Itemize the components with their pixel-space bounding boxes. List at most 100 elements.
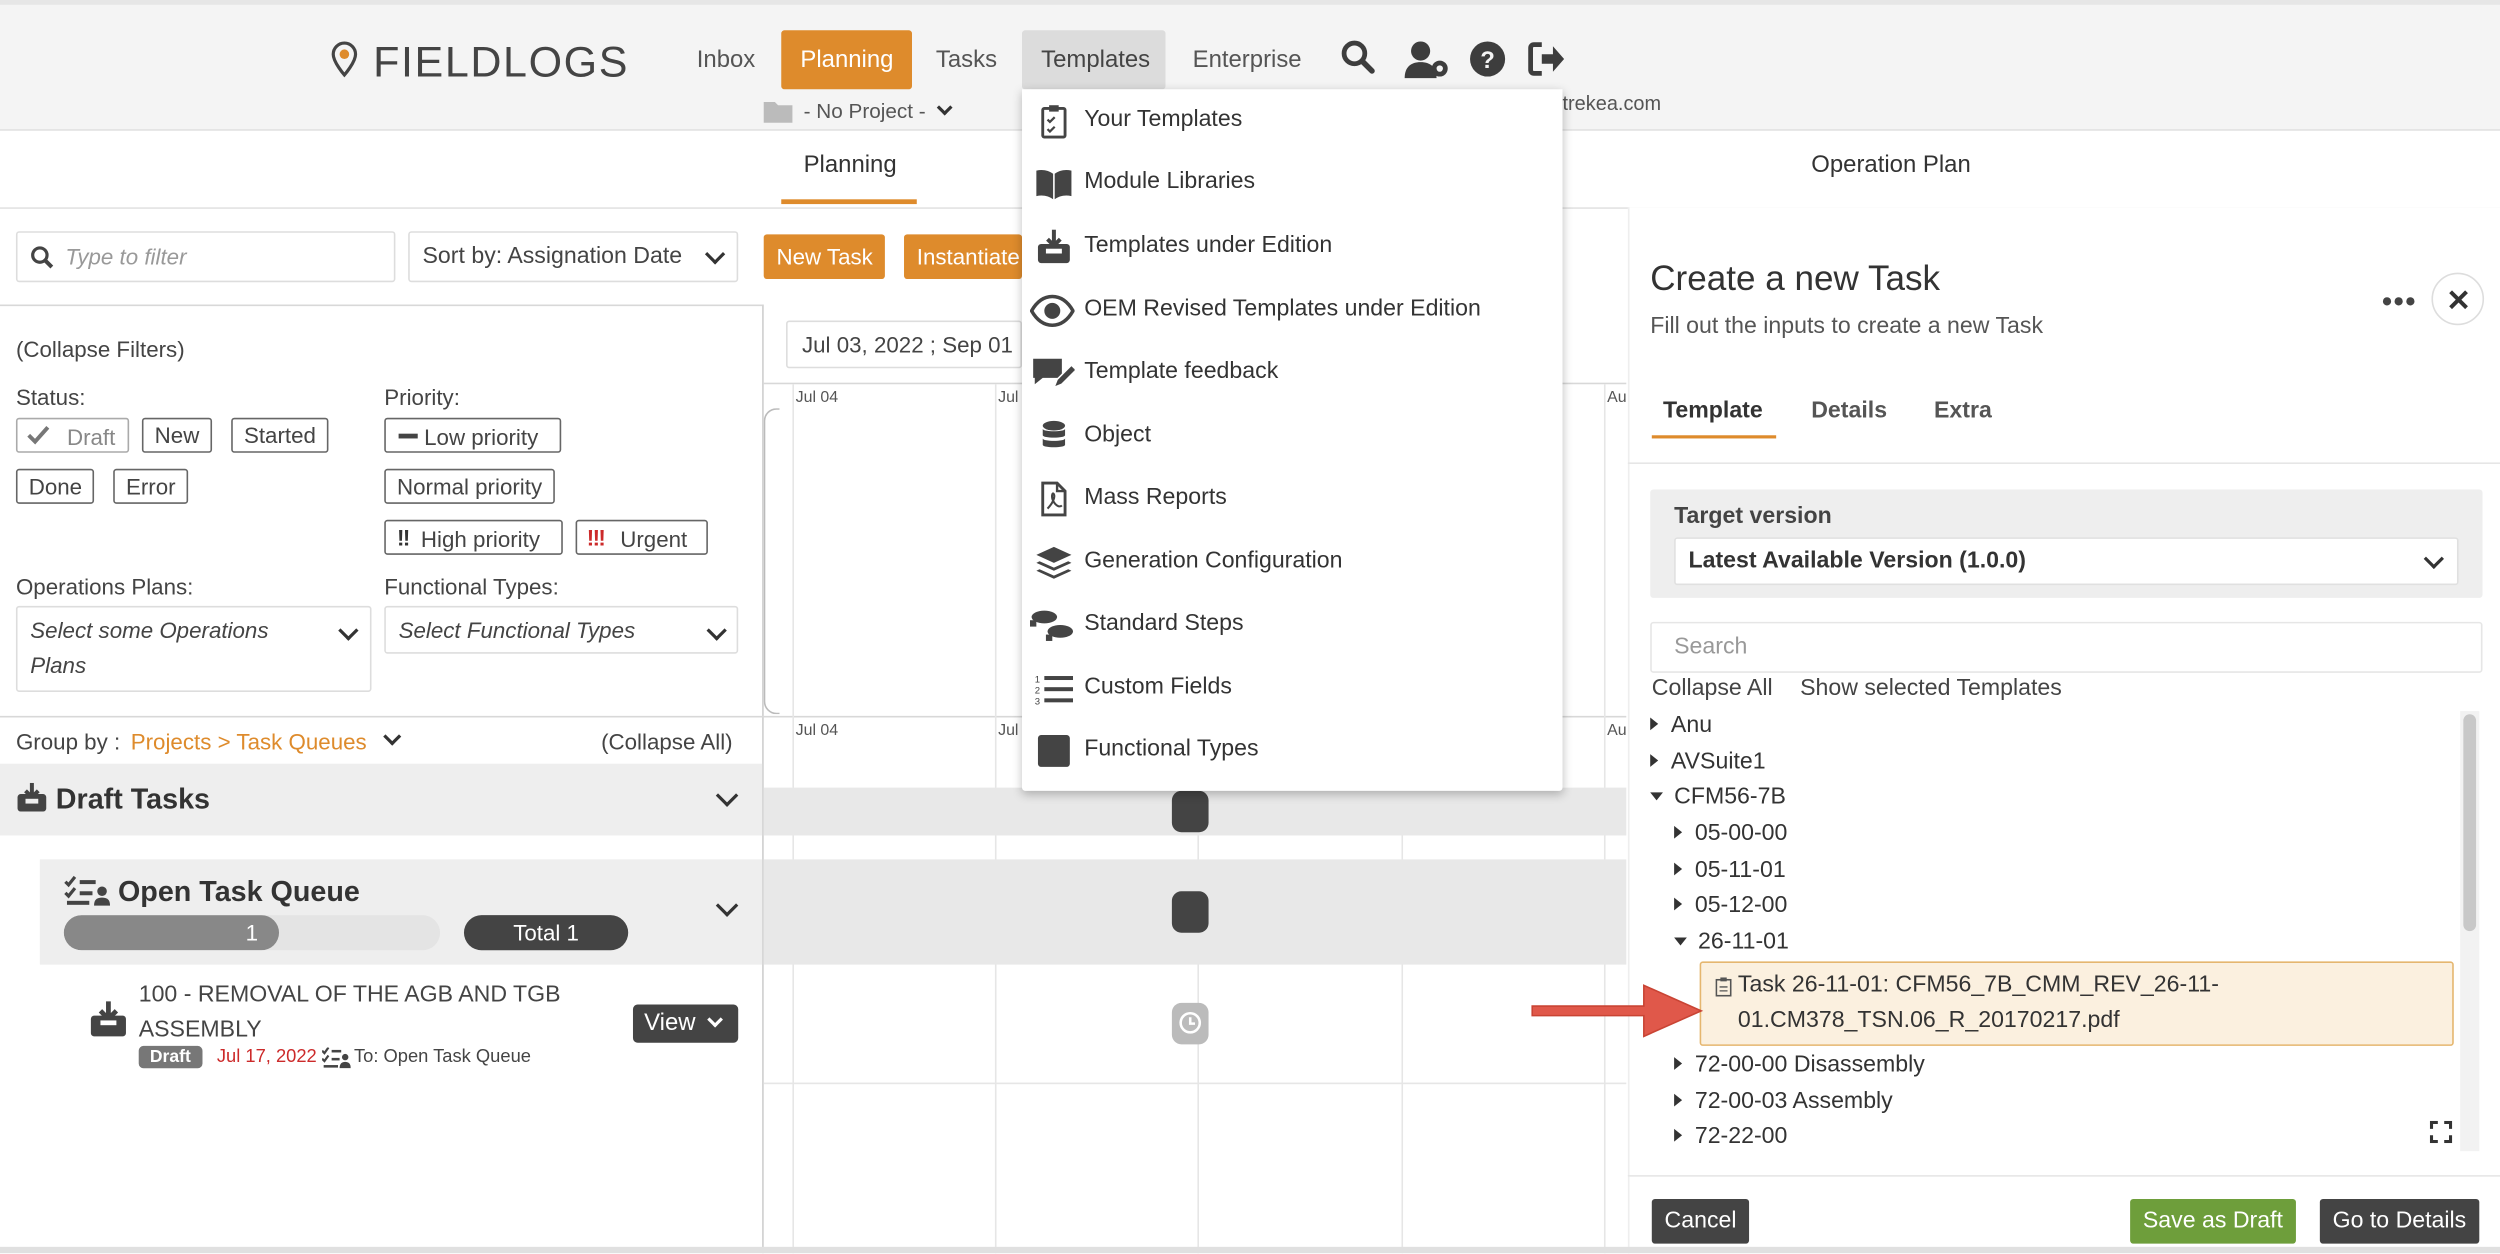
sort-select[interactable]: Sort by: Assignation Date [408,231,739,283]
tree-scrollbar-thumb[interactable] [2463,714,2477,932]
status-chip-new[interactable]: New [141,417,213,453]
group-by-value[interactable]: Projects > Task Queues [131,729,367,755]
nav-tasks[interactable]: Tasks [917,30,1016,89]
tree-node-anu[interactable]: Anu [1650,713,1712,738]
menu-item-mass-reports[interactable]: Mass Reports [1022,467,1563,531]
new-task-button[interactable]: New Task [763,234,886,280]
selected-template-item[interactable]: Task 26-11-01: CFM56_7B_CMM_REV_26-11- 0… [1699,961,2454,1046]
menu-item-label: OEM Revised Templates under Edition [1084,296,1481,323]
collapse-filters-link[interactable]: (Collapse Filters) [16,336,185,362]
tree-scrollbar[interactable] [2460,711,2480,1152]
tree-node-72-00-00[interactable]: 72-00-00 Disassembly [1674,1052,1925,1078]
status-chip-label: Draft [66,424,116,450]
svg-text:3: 3 [1035,697,1040,707]
user-settings-icon[interactable] [1403,38,1451,79]
timeline-scroll-bracket [763,408,780,715]
tree-node-72-22-00[interactable]: 72-22-00 [1674,1124,1787,1150]
tree-node-cfm56-7b[interactable]: CFM56-7B [1650,784,1786,810]
tree-node-05-00-00[interactable]: 05-00-00 [1674,821,1787,847]
nav-inbox[interactable]: Inbox [678,30,775,89]
menu-item-label: Module Libraries [1084,169,1256,195]
caret-right-icon [1674,897,1683,911]
cancel-button[interactable]: Cancel [1651,1198,1750,1244]
template-search-input[interactable]: Search [1650,621,2483,673]
task-queue-icon [64,875,112,907]
nav-templates[interactable]: Templates [1022,30,1166,90]
menu-item-module-libraries[interactable]: Module Libraries [1022,151,1563,215]
chevron-down-icon [704,244,726,265]
tab-details[interactable]: Details [1811,399,1887,425]
date-range-input[interactable]: Jul 03, 2022 ; Sep 01 [786,320,1023,369]
functional-types-label: Functional Types: [384,573,559,600]
operations-plans-select[interactable]: Select some Operations Plans [15,605,372,692]
fullscreen-icon[interactable] [2429,1120,2453,1144]
menu-item-generation-configuration[interactable]: Generation Configuration [1022,531,1563,595]
menu-item-label: Template feedback [1084,358,1279,385]
collapse-all-link[interactable]: (Collapse All) [601,729,733,755]
menu-item-oem-revised[interactable]: OEM Revised Templates under Edition [1022,279,1563,343]
functional-types-select[interactable]: Select Functional Types [384,605,739,654]
search-icon [31,246,54,269]
filter-input[interactable]: Type to filter [15,231,396,283]
fieldlogs-logo-icon [327,40,362,78]
timeline-label: Au [1607,389,1627,407]
tab-planning[interactable]: Planning [804,151,897,178]
comment-pen-icon [1033,358,1075,389]
nav-planning[interactable]: Planning [781,30,913,90]
minus-icon [398,433,418,439]
status-chip-started[interactable]: Started [231,417,329,453]
caret-right-icon [1674,1093,1683,1107]
open-task-queue-title: Open Task Queue [117,875,360,908]
functional-types-placeholder: Select Functional Types [398,617,636,643]
tab-extra[interactable]: Extra [1934,399,1992,425]
menu-item-your-templates[interactable]: Your Templates [1022,89,1563,153]
project-selector[interactable]: - No Project - [804,99,926,123]
logout-icon[interactable] [1527,41,1568,82]
menu-item-custom-fields[interactable]: 123 Custom Fields [1022,657,1563,721]
timeline-marker[interactable] [1171,790,1209,833]
menu-item-templates-under-edition[interactable]: Templates under Edition [1022,215,1563,279]
view-button[interactable]: View [632,1004,739,1043]
priority-chip-normal[interactable]: Normal priority [384,468,555,504]
timeline-marker[interactable] [1171,891,1209,933]
menu-item-label: Mass Reports [1084,484,1227,511]
caret-right-icon [1674,825,1683,839]
footprints-icon [1029,610,1074,641]
instantiate-button[interactable]: Instantiate [904,234,1023,280]
tab-operation-plan[interactable]: Operation Plan [1811,151,1971,178]
open-book-icon [1036,169,1072,200]
tree-node-72-00-03[interactable]: 72-00-03 Assembly [1674,1089,1893,1114]
menu-item-template-feedback[interactable]: Template feedback [1022,341,1563,405]
more-options-icon[interactable]: ••• [2382,285,2417,318]
target-version-label: Target version [1674,503,1832,530]
save-as-draft-button[interactable]: Save as Draft [2130,1198,2296,1244]
priority-chip-high[interactable]: !! High priority [384,519,563,555]
red-arrow-annotation [1531,984,1704,1038]
status-chip-done[interactable]: Done [15,468,95,504]
status-chip-draft[interactable]: Draft [15,417,130,453]
close-button[interactable] [2431,272,2485,326]
tree-node-avsuite1[interactable]: AVSuite1 [1650,749,1766,775]
timeline-clock-marker[interactable] [1171,1002,1209,1045]
help-icon[interactable]: ? [1468,40,1509,81]
tree-collapse-all[interactable]: Collapse All [1652,676,1773,702]
priority-label: Priority: [384,384,460,410]
bottom-bar [0,1246,2500,1254]
show-selected-templates[interactable]: Show selected Templates [1800,676,2062,702]
menu-item-functional-types[interactable]: Functional Types [1022,719,1563,783]
priority-chip-urgent[interactable]: !!! Urgent [575,519,708,555]
draft-tasks-title: Draft Tasks [55,782,211,815]
tree-node-05-11-01[interactable]: 05-11-01 [1674,858,1786,883]
target-version-select[interactable]: Latest Available Version (1.0.0) [1674,537,2459,586]
tree-node-05-12-00[interactable]: 05-12-00 [1674,893,1787,918]
task-title[interactable]: 100 - REMOVAL OF THE AGB AND TGB ASSEMBL… [139,977,601,1047]
nav-enterprise[interactable]: Enterprise [1173,30,1320,89]
tab-template[interactable]: Template [1663,399,1763,425]
priority-chip-low[interactable]: Low priority [384,417,562,453]
tree-node-26-11-01[interactable]: 26-11-01 [1674,930,1789,955]
search-icon[interactable] [1339,38,1380,79]
status-chip-error[interactable]: Error [113,468,189,504]
go-to-details-button[interactable]: Go to Details [2319,1198,2480,1244]
menu-item-standard-steps[interactable]: Standard Steps [1022,593,1563,657]
menu-item-object[interactable]: Object [1022,405,1563,469]
